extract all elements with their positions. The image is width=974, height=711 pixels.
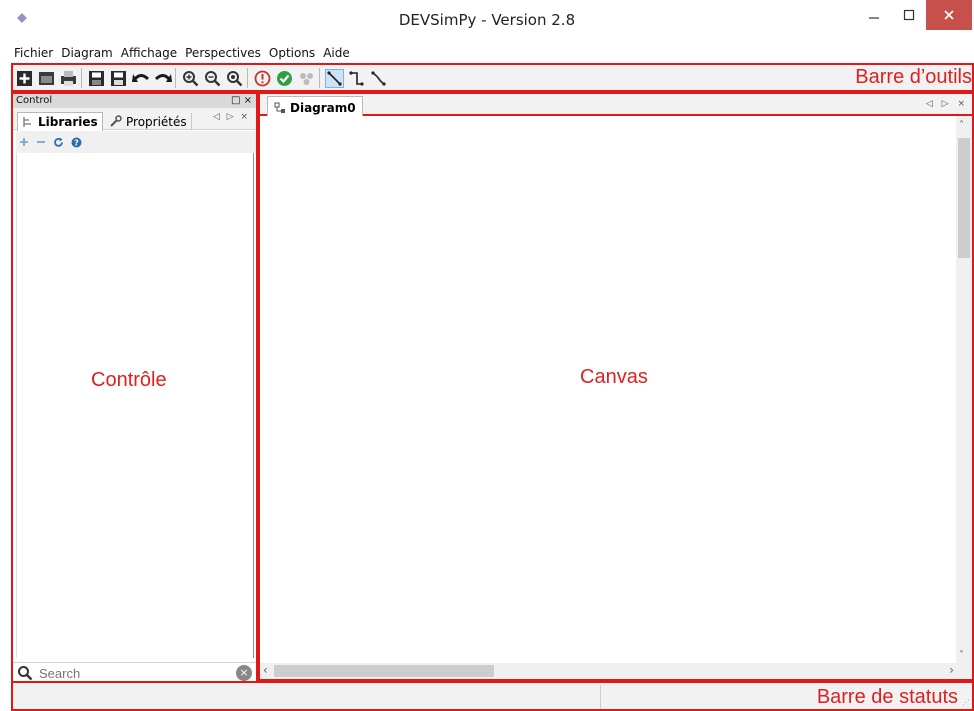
close-button[interactable]: [926, 0, 972, 30]
direct-connector-button[interactable]: [325, 69, 344, 88]
check-button[interactable]: [253, 69, 272, 88]
search-icon: [18, 666, 33, 681]
tab-diagram0[interactable]: Diagram0: [267, 96, 363, 118]
control-panel: Control □ × Libraries Propriétés ◁ ▷ × ?…: [11, 92, 258, 682]
redo-icon: [154, 74, 172, 82]
menu-aide[interactable]: Aide: [323, 46, 350, 60]
redo-button[interactable]: [153, 69, 172, 88]
toolbar-separator: [319, 68, 320, 88]
svg-text:?: ?: [74, 138, 79, 147]
help-icon[interactable]: ?: [71, 137, 82, 148]
print-icon: [61, 71, 76, 86]
diagram-canvas[interactable]: Canvas ˄ ˅ ‹ ›: [258, 116, 974, 681]
toolbar-annotation: Barre d’outils: [855, 66, 972, 88]
maximize-icon: [903, 9, 915, 21]
save-as-icon: [111, 71, 126, 86]
zoom-out-icon: [205, 71, 221, 87]
zoom-in-icon: [183, 71, 199, 87]
square-connector-button[interactable]: [347, 69, 366, 88]
zoom-out-button[interactable]: [203, 69, 222, 88]
tab-proprietes-label: Propriétés: [126, 114, 187, 129]
horizontal-scrollbar[interactable]: ‹ ›: [260, 663, 972, 679]
tab-diagram0-label: Diagram0: [290, 100, 356, 115]
new-icon: [17, 71, 32, 86]
statusbar-annotation: Barre de statuts: [816, 686, 958, 708]
add-icon[interactable]: [19, 137, 29, 147]
save-button[interactable]: [87, 69, 106, 88]
menu-diagram[interactable]: Diagram: [61, 46, 113, 60]
remove-icon[interactable]: [36, 137, 46, 147]
tab-libraries[interactable]: Libraries: [17, 112, 103, 131]
print-button[interactable]: [59, 69, 78, 88]
status-bar: Barre de statuts ⋰: [11, 681, 974, 711]
zoom-reset-button[interactable]: [225, 69, 244, 88]
zoom-reset-icon: [227, 71, 243, 87]
refresh-icon[interactable]: [53, 137, 64, 148]
menu-fichier[interactable]: Fichier: [14, 46, 53, 60]
menu-bar: Fichier Diagram Affichage Perspectives O…: [0, 43, 974, 63]
linear-connector-button[interactable]: [369, 69, 388, 88]
clear-search-icon[interactable]: ×: [236, 665, 252, 681]
simulate-icon: [277, 71, 292, 86]
menu-options[interactable]: Options: [269, 46, 315, 60]
canvas-annotation: Canvas: [580, 366, 648, 388]
control-title: Control: [16, 95, 53, 106]
scroll-down-icon[interactable]: ˅: [959, 650, 964, 661]
tree-icon: [23, 117, 31, 127]
check-icon: [254, 70, 271, 87]
search-input[interactable]: [39, 665, 229, 681]
minimize-icon: [869, 17, 879, 19]
horizontal-scroll-thumb[interactable]: [274, 665, 494, 677]
open-icon: [39, 72, 54, 85]
undo-button[interactable]: [131, 69, 150, 88]
new-button[interactable]: [15, 69, 34, 88]
diagram-icon: [274, 102, 285, 113]
scroll-up-icon[interactable]: ˄: [959, 120, 964, 131]
scroll-left-icon[interactable]: ‹: [263, 663, 268, 677]
plugins-button[interactable]: [297, 69, 316, 88]
control-annotation: Contrôle: [91, 369, 167, 391]
toolbar-separator: [175, 68, 176, 88]
direct-connector-icon: [327, 71, 342, 86]
toolbar: Barre d’outils: [11, 63, 974, 92]
scroll-right-icon[interactable]: ›: [949, 663, 954, 677]
maximize-button[interactable]: [892, 0, 926, 30]
canvas-tab-bar: Diagram0 ◁ ▷ ×: [258, 92, 974, 118]
menu-perspectives[interactable]: Perspectives: [185, 46, 261, 60]
canvas-tab-navigation[interactable]: ◁ ▷ ×: [926, 99, 968, 109]
control-header: Control □ ×: [13, 94, 256, 108]
toolbar-separator: [247, 68, 248, 88]
control-tabs: Libraries Propriétés ◁ ▷ ×: [13, 108, 256, 131]
title-bar: DEVSimPy - Version 2.8: [0, 0, 974, 38]
save-icon: [89, 71, 104, 86]
save-as-button[interactable]: [109, 69, 128, 88]
library-tree[interactable]: [16, 153, 254, 658]
search-bar: ×: [13, 662, 256, 682]
square-connector-icon: [349, 71, 364, 86]
zoom-in-button[interactable]: [181, 69, 200, 88]
tools-icon: [110, 115, 122, 127]
panel-window-controls[interactable]: □ ×: [231, 94, 252, 108]
close-icon: [944, 10, 954, 20]
plugins-icon: [300, 73, 313, 85]
window-title: DEVSimPy - Version 2.8: [398, 11, 576, 29]
minimize-button[interactable]: [857, 0, 891, 30]
tab-proprietes[interactable]: Propriétés: [105, 113, 192, 130]
vertical-scroll-thumb[interactable]: [958, 138, 970, 258]
simulate-button[interactable]: [275, 69, 294, 88]
resize-grip-icon[interactable]: ⋰: [962, 698, 970, 707]
library-toolbar: ?: [16, 131, 256, 153]
status-separator: [600, 685, 601, 709]
menu-affichage[interactable]: Affichage: [121, 46, 177, 60]
toolbar-separator: [81, 68, 82, 88]
open-button[interactable]: [37, 69, 56, 88]
tab-navigation[interactable]: ◁ ▷ ×: [213, 112, 250, 122]
linear-connector-icon: [371, 71, 386, 86]
tab-libraries-label: Libraries: [38, 114, 98, 129]
vertical-scrollbar[interactable]: ˄ ˅: [956, 116, 972, 663]
undo-icon: [131, 74, 149, 82]
